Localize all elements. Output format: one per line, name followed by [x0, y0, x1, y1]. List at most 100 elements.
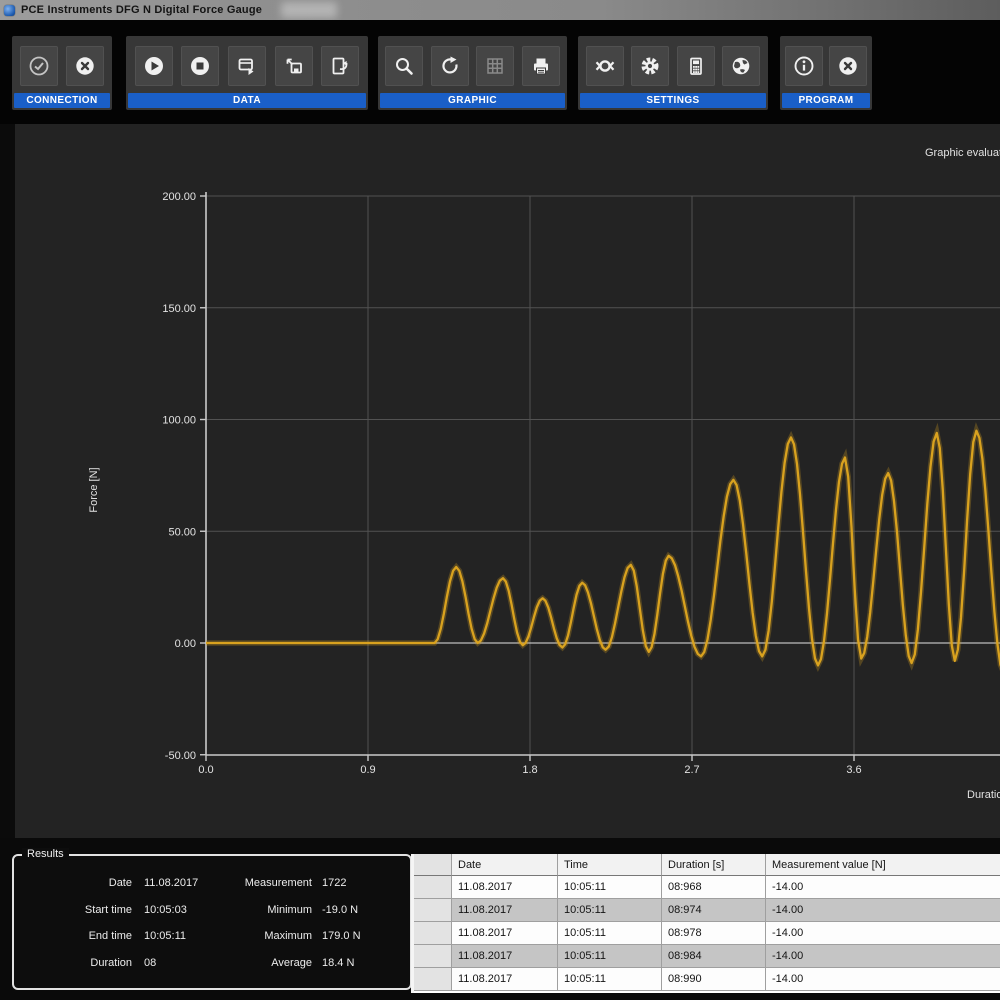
toolbar: CONNECTION DATA GRAPHIC SETTINGS PROGRAM: [0, 20, 1000, 124]
globe-button[interactable]: [722, 46, 761, 86]
print-icon: [533, 58, 548, 75]
table-row[interactable]: 11.08.2017 10:05:11 08:968 -14.00: [414, 876, 1000, 899]
table-selector-header: [414, 854, 452, 876]
grid-button[interactable]: [476, 46, 515, 86]
toolbar-group-graphic: GRAPHIC: [378, 36, 567, 110]
row-selector-cell[interactable]: [414, 945, 452, 968]
x-axis-title: Duration [s]: [967, 789, 1000, 801]
table-row[interactable]: 11.08.2017 10:05:11 08:984 -14.00: [414, 945, 1000, 968]
table-row[interactable]: 11.08.2017 10:05:11 08:978 -14.00: [414, 922, 1000, 945]
table-row[interactable]: 11.08.2017 10:05:11 08:990 -14.00: [414, 968, 1000, 991]
grid-icon: [487, 58, 503, 74]
measurement-table[interactable]: Date Time Duration [s] Measurement value [N…: [411, 854, 1000, 993]
zoom-magnifier-icon: [396, 58, 414, 75]
table-cell: -14.00: [766, 945, 1000, 968]
zero-adjust-button[interactable]: [585, 46, 624, 86]
result-label-date: Date: [108, 877, 132, 889]
table-cell: -14.00: [766, 899, 1000, 922]
toolbar-group-connection: CONNECTION: [12, 36, 112, 110]
results-legend: Results: [22, 848, 69, 860]
stop-icon: [191, 57, 210, 75]
export-data-button[interactable]: [227, 46, 266, 86]
bottom-section: Results Date 11.08.2017 Start time 10:05:03…: [0, 838, 1000, 1000]
table-cell: -14.00: [766, 922, 1000, 945]
info-button[interactable]: [785, 46, 824, 86]
connect-check-button[interactable]: [20, 46, 58, 86]
x-tick-label: 0.0: [198, 764, 213, 776]
table-row[interactable]: 11.08.2017 10:05:11 08:974 -14.00: [414, 899, 1000, 922]
y-tick-label: 0.00: [175, 638, 196, 650]
toolbar-group-label: DATA: [128, 93, 366, 108]
refresh-icon: [442, 56, 458, 74]
row-selector-cell[interactable]: [414, 968, 452, 991]
result-label-start-time: Start time: [84, 903, 132, 916]
y-axis-title: Force [N]: [88, 467, 100, 512]
table-column-header[interactable]: Measurement value [N]: [766, 854, 1000, 876]
refresh-button[interactable]: [430, 46, 469, 86]
table-cell: 11.08.2017: [452, 876, 558, 899]
x-tick-label: 1.8: [522, 764, 537, 776]
y-tick-label: 150.00: [162, 303, 196, 315]
table-cell: 11.08.2017: [452, 968, 558, 991]
toolbar-group-program: PROGRAM: [780, 36, 872, 110]
results-groupbox: Results Date 11.08.2017 Start time 10:05:03…: [12, 848, 412, 990]
connect-check-icon: [29, 56, 49, 76]
toolbar-buttons-row: [578, 36, 768, 94]
force-series-line: [206, 429, 1000, 667]
y-tick-label: 100.00: [162, 415, 196, 427]
row-selector-cell[interactable]: [414, 899, 452, 922]
save-device-button[interactable]: [274, 46, 313, 86]
table-column-header[interactable]: Date: [452, 854, 558, 876]
titlebar-highlight: [281, 2, 337, 18]
table-cell: 10:05:11: [558, 876, 662, 899]
table-cell: 10:05:11: [558, 968, 662, 991]
close-x-button[interactable]: [828, 46, 867, 86]
table-cell: -14.00: [766, 876, 1000, 899]
calculator-button[interactable]: [676, 46, 715, 86]
info-icon: [794, 56, 814, 76]
table-cell: 08:990: [662, 968, 766, 991]
y-tick-label: -50.00: [165, 750, 196, 762]
table-cell: 11.08.2017: [452, 945, 558, 968]
y-tick-label: 200.00: [162, 191, 196, 203]
stop-button[interactable]: [181, 46, 220, 86]
row-selector-cell[interactable]: [414, 922, 452, 945]
print-button[interactable]: [521, 46, 560, 86]
table-column-header[interactable]: Duration [s]: [662, 854, 766, 876]
result-value-average: 18.4 N: [322, 956, 355, 969]
gear-button[interactable]: [631, 46, 670, 86]
x-tick-label: 2.7: [684, 764, 699, 776]
table-cell: 08:984: [662, 945, 766, 968]
table-body: 11.08.2017 10:05:11 08:968 -14.00 11.08.2017…: [414, 876, 1000, 991]
y-tick-label: 50.00: [168, 526, 196, 538]
result-value-maximum: 179.0 N: [322, 930, 361, 942]
close-x-icon: [838, 57, 857, 75]
force-series-glow: [206, 422, 1000, 673]
toolbar-group-data: DATA: [126, 36, 368, 110]
table-cell: 10:05:11: [558, 899, 662, 922]
result-value-minimum: -19.0 N: [322, 903, 359, 916]
row-selector-cell[interactable]: [414, 876, 452, 899]
chart-title: Graphic evaluation: [925, 147, 1000, 159]
result-value-measurement: 1722: [322, 877, 347, 889]
zoom-magnifier-button[interactable]: [385, 46, 424, 86]
disconnect-x-button[interactable]: [66, 46, 104, 86]
result-label-duration: Duration: [90, 956, 132, 969]
play-button[interactable]: [134, 46, 173, 86]
titlebar: PCE Instruments DFG N Digital Force Gaug…: [0, 0, 1000, 20]
table-column-header[interactable]: Time: [558, 854, 662, 876]
report-doc-button[interactable]: [321, 46, 360, 86]
table-cell: 11.08.2017: [452, 922, 558, 945]
table-header-row: Date Time Duration [s] Measurement value [N…: [414, 854, 1000, 876]
toolbar-buttons-row: [780, 36, 872, 94]
chart-panel: 200.00 150.00 100.00 50.00 0.00 -50.00 0.0 0.9 1…: [15, 124, 1000, 838]
toolbar-group-label: CONNECTION: [14, 93, 110, 108]
table-cell: -14.00: [766, 968, 1000, 991]
gear-icon: [641, 57, 659, 75]
play-icon: [144, 57, 163, 75]
table-cell: 08:968: [662, 876, 766, 899]
toolbar-group-label: SETTINGS: [580, 93, 766, 108]
report-doc-icon: [332, 57, 348, 75]
result-label-measurement: Measurement: [244, 877, 312, 889]
table-cell: 10:05:11: [558, 945, 662, 968]
